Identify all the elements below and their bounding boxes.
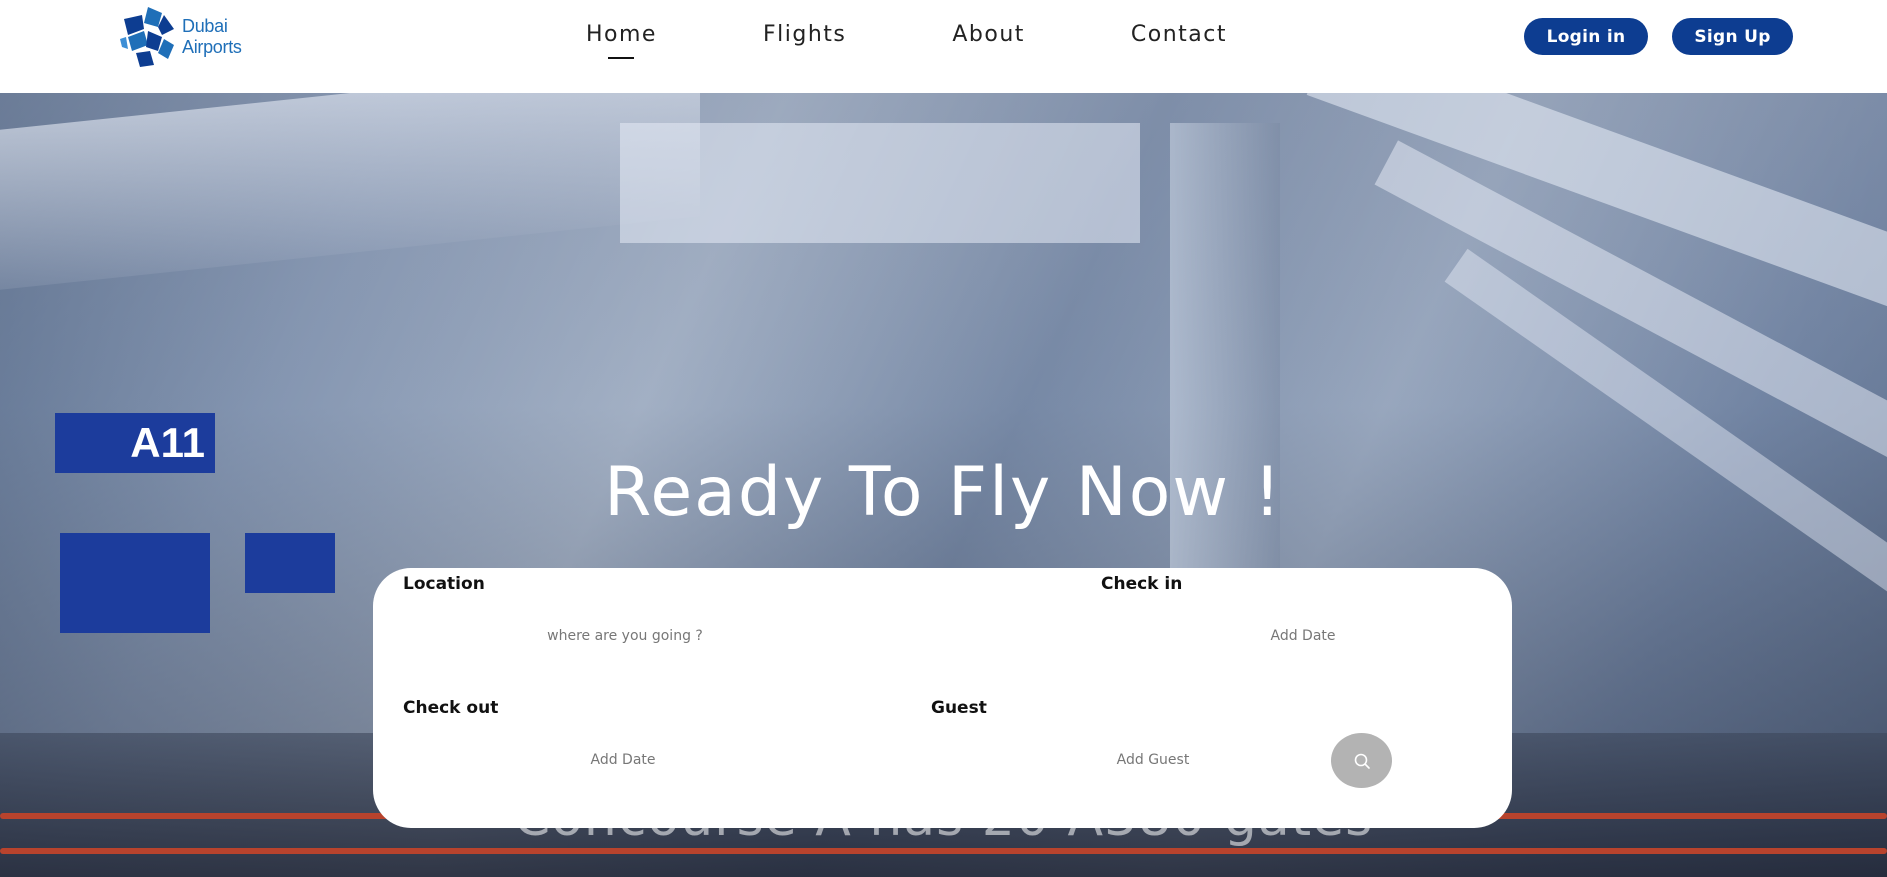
main-nav: Home Flights About Contact: [586, 22, 1227, 47]
guest-input[interactable]: [1053, 748, 1253, 772]
nav-home[interactable]: Home: [586, 22, 657, 47]
logo-icon: [120, 7, 174, 67]
queue-rope: [0, 848, 1887, 854]
location-label: Location: [403, 574, 485, 594]
checkout-label: Check out: [403, 698, 499, 718]
hero-title: Ready To Fly Now !: [604, 453, 1283, 532]
checkin-input[interactable]: [1203, 624, 1403, 648]
dubai-airports-logo[interactable]: Dubai Airports: [118, 4, 258, 70]
logo-line-2: Airports: [182, 37, 242, 57]
logo-text: Dubai Airports: [182, 16, 242, 58]
search-button[interactable]: [1331, 733, 1392, 788]
nav-contact[interactable]: Contact: [1131, 22, 1227, 47]
signup-button[interactable]: Sign Up: [1672, 18, 1793, 55]
checkout-input[interactable]: [523, 748, 723, 772]
direction-sign: [245, 533, 335, 593]
login-button[interactable]: Login in: [1524, 18, 1648, 55]
logo-line-1: Dubai: [182, 16, 228, 36]
hero-ceiling-beam: [0, 93, 700, 290]
location-input[interactable]: [473, 624, 777, 648]
nav-flights[interactable]: Flights: [763, 22, 846, 47]
direction-sign: [60, 533, 210, 633]
nav-about[interactable]: About: [952, 22, 1025, 47]
guest-label: Guest: [931, 698, 987, 718]
booking-search-card: Location Check in Check out Guest: [373, 568, 1512, 828]
hero-balcony: [620, 123, 1140, 243]
site-header: Dubai Airports Home Flights About Contac…: [0, 0, 1887, 93]
search-icon: [1354, 753, 1370, 769]
checkin-label: Check in: [1101, 574, 1183, 594]
